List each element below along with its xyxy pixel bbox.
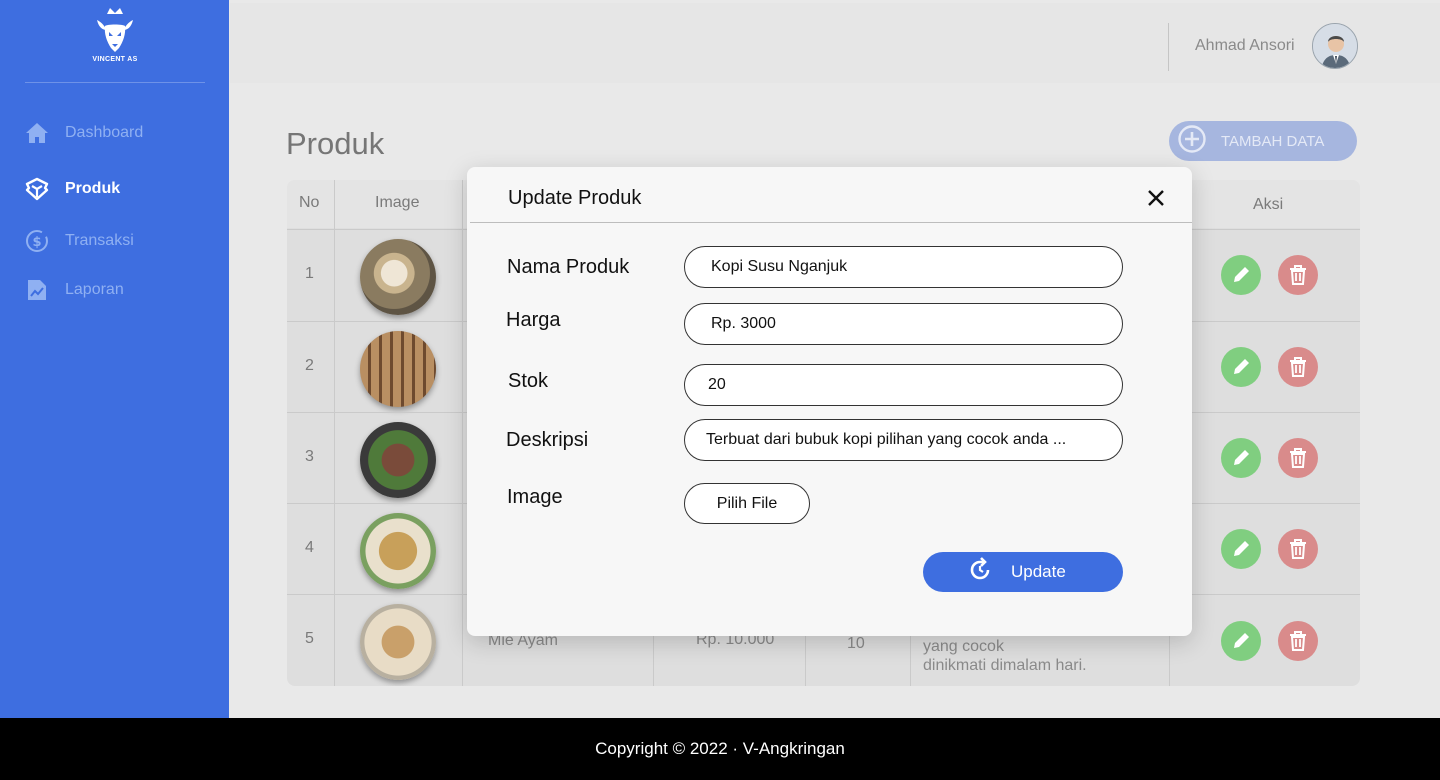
field-label-image: Image xyxy=(507,486,563,508)
row-number: 4 xyxy=(305,539,314,556)
home-icon xyxy=(25,121,49,145)
sidebar-item-label: Produk xyxy=(65,180,121,197)
deskripsi-input[interactable]: Terbuat dari bubuk kopi pilihan yang coc… xyxy=(684,419,1123,461)
column-header-no: No xyxy=(299,194,320,211)
add-data-button[interactable]: TAMBAH DATA xyxy=(1169,121,1357,161)
trash-icon xyxy=(1290,448,1306,468)
pencil-icon xyxy=(1234,267,1249,282)
description-line: yang cocok xyxy=(923,638,1004,655)
sidebar-item-label: Transaksi xyxy=(65,232,134,249)
description-line: dinikmati dimalam hari. xyxy=(923,657,1087,674)
delete-button[interactable] xyxy=(1278,529,1318,569)
sidebar-divider xyxy=(25,82,205,83)
bull-crown-icon xyxy=(97,8,133,52)
trash-icon xyxy=(1290,539,1306,559)
trash-icon xyxy=(1290,265,1306,285)
sidebar-item-label: Laporan xyxy=(65,281,124,298)
sidebar-item-laporan[interactable]: Laporan xyxy=(25,277,124,303)
plus-circle-icon xyxy=(1177,124,1207,158)
choose-file-button[interactable]: Pilih File xyxy=(684,483,810,524)
modal-divider xyxy=(470,222,1192,223)
column-header-aksi: Aksi xyxy=(1253,196,1284,213)
field-label-stok: Stok xyxy=(508,370,549,392)
delete-button[interactable] xyxy=(1278,621,1318,661)
product-image xyxy=(360,422,436,498)
user-avatar-icon[interactable] xyxy=(1312,23,1358,69)
product-image xyxy=(360,604,436,680)
edit-button[interactable] xyxy=(1221,438,1261,478)
modal-title: Update Produk xyxy=(508,187,642,209)
footer: Copyright © 2022 · V-Angkringan xyxy=(0,718,1440,780)
pencil-icon xyxy=(1234,633,1249,648)
edit-button[interactable] xyxy=(1221,255,1261,295)
top-bar: Ahmad Ansori xyxy=(230,3,1440,83)
sidebar-item-label: Dashboard xyxy=(65,124,144,141)
field-label-harga: Harga xyxy=(506,309,561,331)
row-number: 3 xyxy=(305,448,314,465)
row-number: 5 xyxy=(305,630,314,647)
product-description: yang cocok dinikmati dimalam hari. xyxy=(923,637,1153,675)
edit-button[interactable] xyxy=(1221,347,1261,387)
row-number: 1 xyxy=(305,265,314,282)
product-image xyxy=(360,513,436,589)
pencil-icon xyxy=(1234,541,1249,556)
brand-logo[interactable]: VINCENT AS xyxy=(84,6,146,76)
pencil-icon xyxy=(1234,450,1249,465)
update-label: Update xyxy=(1011,562,1066,581)
copyright-text: Copyright © 2022 · V-Angkringan xyxy=(595,739,845,758)
refresh-icon xyxy=(967,556,993,588)
column-header-image: Image xyxy=(375,194,420,211)
edit-button[interactable] xyxy=(1221,529,1261,569)
logo-text: VINCENT AS xyxy=(92,56,138,63)
row-number: 2 xyxy=(305,357,314,374)
close-icon[interactable] xyxy=(1146,188,1166,208)
update-product-modal: Update Produk Nama Produk Kopi Susu Ngan… xyxy=(467,167,1192,636)
box-icon xyxy=(25,177,49,201)
user-name[interactable]: Ahmad Ansori xyxy=(1195,37,1295,55)
field-label-nama-produk: Nama Produk xyxy=(507,256,630,278)
harga-input[interactable]: Rp. 3000 xyxy=(684,303,1123,345)
sidebar-item-dashboard[interactable]: Dashboard xyxy=(25,120,143,146)
delete-button[interactable] xyxy=(1278,438,1318,478)
update-button[interactable]: Update xyxy=(923,552,1123,592)
delete-button[interactable] xyxy=(1278,255,1318,295)
product-stock: 10 xyxy=(847,635,865,652)
sidebar-item-produk[interactable]: Produk xyxy=(25,176,120,202)
product-image xyxy=(360,331,436,407)
edit-button[interactable] xyxy=(1221,621,1261,661)
delete-button[interactable] xyxy=(1278,347,1318,387)
report-icon xyxy=(25,278,49,302)
trash-icon xyxy=(1290,631,1306,651)
sidebar-item-transaksi[interactable]: $ Transaksi xyxy=(25,228,134,254)
page-title: Produk xyxy=(286,126,385,161)
nama-produk-input[interactable]: Kopi Susu Nganjuk xyxy=(684,246,1123,288)
dollar-circle-icon: $ xyxy=(25,229,49,253)
sidebar: VINCENT AS Dashboard Produk $ Transaksi … xyxy=(0,0,229,718)
pencil-icon xyxy=(1234,359,1249,374)
add-data-label: TAMBAH DATA xyxy=(1221,132,1325,150)
product-image xyxy=(360,239,436,315)
svg-text:$: $ xyxy=(32,235,41,250)
stok-input[interactable]: 20 xyxy=(684,364,1123,406)
topbar-divider xyxy=(1168,23,1169,71)
field-label-deskripsi: Deskripsi xyxy=(506,429,589,451)
trash-icon xyxy=(1290,357,1306,377)
